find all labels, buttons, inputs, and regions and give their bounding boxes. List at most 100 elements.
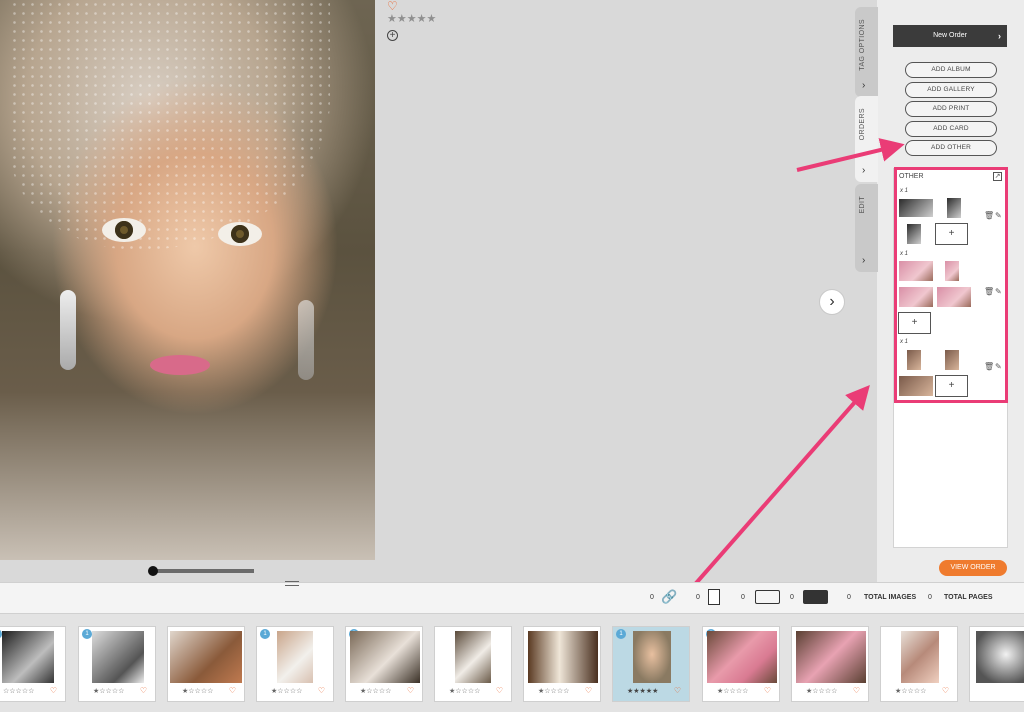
arrow-from-filmstrip (674, 384, 870, 608)
tab-label: ORDERS (859, 108, 866, 141)
order-item-thumbnail[interactable] (898, 375, 934, 397)
star-rating[interactable]: ★★★★★ (387, 12, 436, 25)
trash-icon[interactable]: 🗑 (984, 287, 994, 296)
single-page-count: 0 (696, 594, 700, 601)
order-item-thumbnail[interactable] (906, 223, 922, 245)
add-photo-button[interactable]: + (935, 375, 968, 397)
add-tag-plus-icon[interactable]: + (387, 30, 398, 41)
order-item-thumbnail[interactable] (906, 349, 922, 371)
photo-right-earring (298, 300, 314, 380)
favorite-heart-icon[interactable]: ♡ (764, 686, 771, 695)
open-book-icon[interactable] (755, 590, 780, 604)
order-item-quantity[interactable]: x 1 (900, 339, 908, 345)
new-order-button[interactable]: New Order › (893, 25, 1007, 47)
star-rating[interactable]: ★☆☆☆☆ (182, 687, 213, 695)
linked-count: 0 (650, 594, 654, 601)
filmstrip[interactable]: 1 ☆☆☆☆☆ ♡ 1 ★☆☆☆☆ ♡ ★☆☆☆☆ ♡ 1 ★☆☆☆☆ ♡ 1 … (0, 614, 1024, 712)
favorite-heart-icon[interactable]: ♡ (407, 686, 414, 695)
add-photo-button[interactable]: + (898, 312, 931, 334)
tab-edit[interactable]: EDIT › (855, 184, 878, 272)
filmstrip-thumbnail[interactable]: 1 ★☆☆☆☆ ♡ (78, 626, 156, 702)
filmstrip-thumbnail[interactable]: ★☆☆☆☆ ♡ (880, 626, 958, 702)
order-item-thumbnail[interactable] (898, 260, 934, 282)
photo-left-earring (60, 290, 76, 370)
star-rating[interactable]: ★☆☆☆☆ (717, 687, 748, 695)
pencil-icon[interactable]: ✎ (995, 287, 1002, 296)
filmstrip-thumbnail[interactable]: ★☆☆☆☆ ♡ (791, 626, 869, 702)
favorite-heart-icon[interactable]: ♡ (140, 686, 147, 695)
tab-label: EDIT (859, 196, 866, 214)
star-rating[interactable]: ★☆☆☆☆ (93, 687, 124, 695)
edit-section-icon[interactable]: ↗ (993, 172, 1002, 181)
trash-icon[interactable]: 🗑 (984, 211, 994, 220)
favorite-heart-icon[interactable]: ♡ (318, 686, 325, 695)
add-card-button[interactable]: ADD CARD (905, 121, 997, 137)
drag-handle-icon[interactable] (285, 581, 299, 586)
thumbnail-image (277, 631, 313, 683)
thumbnail-image (633, 631, 671, 683)
filmstrip-thumbnail[interactable]: 1 ★☆☆☆☆ ♡ (702, 626, 780, 702)
filmstrip-thumbnail[interactable]: 1 ★☆☆☆☆ ♡ (345, 626, 423, 702)
add-other-button[interactable]: ADD OTHER (905, 140, 997, 156)
favorite-heart-icon[interactable]: ♡ (387, 0, 436, 12)
filmstrip-thumbnail[interactable]: ★☆☆☆☆ ♡ (434, 626, 512, 702)
tab-orders[interactable]: ORDERS › (855, 96, 878, 182)
filmstrip-thumbnail[interactable]: 1 ☆☆☆☆☆ ♡ (0, 626, 66, 702)
total-pages-count: 0 (928, 594, 932, 601)
favorite-heart-icon[interactable]: ♡ (674, 686, 681, 695)
add-print-button[interactable]: ADD PRINT (905, 101, 997, 117)
star-rating[interactable]: ★☆☆☆☆ (895, 687, 926, 695)
thumbnail-image (2, 631, 54, 683)
zoom-slider-track[interactable] (153, 569, 254, 573)
pencil-icon[interactable]: ✎ (995, 362, 1002, 371)
main-photo[interactable] (0, 0, 375, 560)
view-order-button[interactable]: VIEW ORDER (939, 560, 1007, 576)
filmstrip-thumbnail-selected[interactable]: 1 ★★★★★ ♡ (612, 626, 690, 702)
single-page-icon[interactable] (708, 589, 720, 605)
thumbnail-image (901, 631, 939, 683)
star-rating[interactable]: ★★★★★ (627, 687, 658, 695)
tab-tag-options[interactable]: TAG OPTIONS › (855, 7, 878, 97)
zoom-slider-handle[interactable] (148, 566, 158, 576)
order-item-thumbnail[interactable] (944, 349, 960, 371)
star-rating[interactable]: ★☆☆☆☆ (538, 687, 569, 695)
order-item-thumbnail[interactable] (946, 197, 962, 219)
thumbnail-image (796, 631, 866, 683)
open-book-count: 0 (741, 594, 745, 601)
star-rating[interactable]: ★☆☆☆☆ (806, 687, 837, 695)
filmstrip-thumbnail[interactable]: 1 ★☆☆☆☆ ♡ (256, 626, 334, 702)
chevron-right-icon: › (862, 165, 866, 176)
order-section-heading: OTHER (899, 173, 924, 180)
order-item-quantity[interactable]: x 1 (900, 188, 908, 194)
add-gallery-button[interactable]: ADD GALLERY (905, 82, 997, 98)
add-photo-button[interactable]: + (935, 223, 968, 245)
favorite-heart-icon[interactable]: ♡ (50, 686, 57, 695)
order-item-thumbnail[interactable] (936, 286, 972, 308)
star-rating[interactable]: ★☆☆☆☆ (360, 687, 391, 695)
rating-area: ♡ ★★★★★ + (387, 0, 436, 41)
favorite-heart-icon[interactable]: ♡ (496, 686, 503, 695)
star-rating[interactable]: ★☆☆☆☆ (271, 687, 302, 695)
favorite-heart-icon[interactable]: ♡ (942, 686, 949, 695)
photo-left-eye (102, 218, 146, 242)
filmstrip-thumbnail[interactable] (969, 626, 1024, 702)
thumbnail-image (92, 631, 144, 683)
pencil-icon[interactable]: ✎ (995, 211, 1002, 220)
add-album-button[interactable]: ADD ALBUM (905, 62, 997, 78)
next-photo-button[interactable]: › (819, 289, 845, 315)
filmstrip-thumbnail[interactable]: ★☆☆☆☆ ♡ (523, 626, 601, 702)
favorite-heart-icon[interactable]: ♡ (585, 686, 592, 695)
star-rating[interactable]: ★☆☆☆☆ (449, 687, 480, 695)
favorite-heart-icon[interactable]: ♡ (229, 686, 236, 695)
order-item-thumbnail[interactable] (944, 260, 960, 282)
order-items-list: OTHER ↗ x 1 + 🗑 ✎ x 1 + 🗑 ✎ x 1 + 🗑 ✎ (893, 168, 1008, 548)
order-item-thumbnail[interactable] (898, 198, 934, 218)
star-rating[interactable]: ☆☆☆☆☆ (3, 687, 34, 695)
favorite-heart-icon[interactable]: ♡ (853, 686, 860, 695)
link-icon[interactable]: 🔗 (661, 589, 677, 605)
order-item-quantity[interactable]: x 1 (900, 251, 908, 257)
spread-book-icon[interactable] (803, 590, 828, 604)
filmstrip-thumbnail[interactable]: ★☆☆☆☆ ♡ (167, 626, 245, 702)
order-item-thumbnail[interactable] (898, 286, 934, 308)
trash-icon[interactable]: 🗑 (984, 362, 994, 371)
